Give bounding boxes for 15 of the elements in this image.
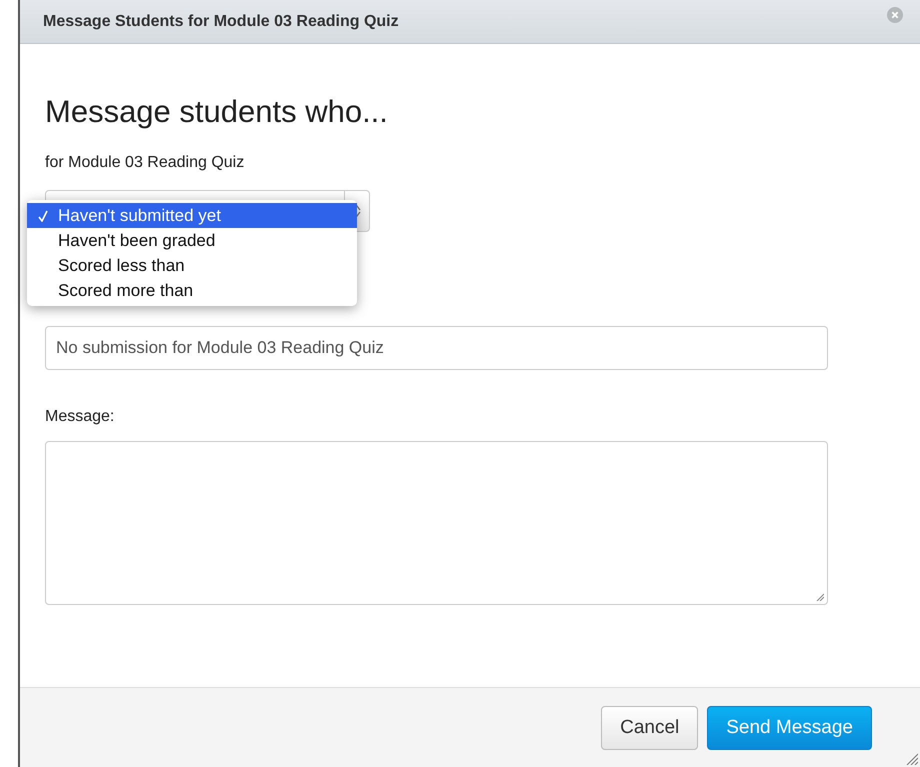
- cancel-button[interactable]: Cancel: [601, 706, 698, 750]
- close-icon[interactable]: [887, 6, 903, 22]
- dialog-title: Message Students for Module 03 Reading Quiz: [43, 12, 399, 30]
- menu-item[interactable]: Haven't submitted yet: [27, 203, 357, 228]
- checkmark-icon: [38, 210, 48, 222]
- message-label: Message:: [45, 407, 116, 427]
- resize-grip-icon[interactable]: [816, 593, 824, 601]
- menu-item[interactable]: Haven't been graded: [27, 228, 357, 253]
- subtitle: for Module 03 Reading Quiz: [45, 153, 246, 173]
- menu-item[interactable]: Scored more than: [27, 278, 357, 303]
- menu-item[interactable]: Scored less than: [27, 253, 357, 278]
- resize-grip-icon[interactable]: [906, 753, 918, 765]
- message-field[interactable]: [45, 441, 828, 605]
- subject-field[interactable]: No submission for Module 03 Reading Quiz: [45, 326, 828, 370]
- heading: Message students who...: [45, 93, 389, 131]
